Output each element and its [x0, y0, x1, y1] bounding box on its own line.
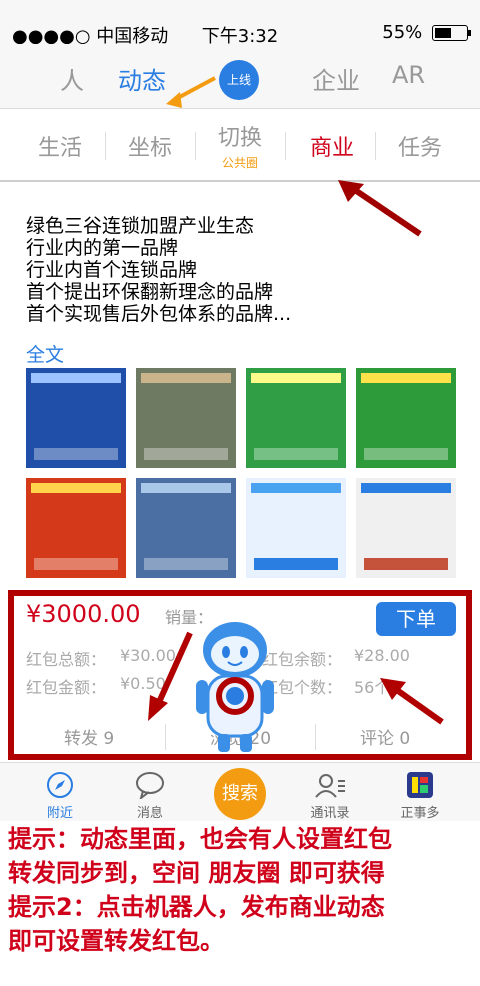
info-value: ¥28.00: [354, 646, 410, 665]
nav-contacts[interactable]: 通讯录: [300, 771, 360, 821]
hint-line: 提示2：点击机器人，发布商业动态: [8, 893, 385, 921]
nav-nearby[interactable]: 附近: [30, 771, 90, 821]
nav-label: 消息: [136, 806, 163, 821]
post-image[interactable]: [136, 478, 236, 578]
order-button[interactable]: 下单: [376, 602, 456, 636]
online-button[interactable]: 上线: [219, 60, 259, 100]
post-image[interactable]: [26, 368, 126, 468]
nav-app[interactable]: 正事多: [390, 771, 450, 821]
hint-line: 即可设置转发红包。: [8, 927, 224, 955]
post-line: 首个实现售后外包体系的品牌...: [26, 303, 292, 325]
subtab-business[interactable]: 商业: [310, 130, 354, 162]
subtab-life[interactable]: 生活: [38, 130, 82, 162]
hint-line: 提示：动态里面，也会有人设置红包: [8, 825, 392, 853]
tab-people[interactable]: 人: [60, 61, 84, 96]
subtab-task[interactable]: 任务: [398, 130, 442, 162]
tab-feed[interactable]: 动态: [118, 61, 166, 96]
hint-line: 转发同步到，空间 朋友圈 即可获得: [8, 859, 385, 887]
post-image[interactable]: [246, 368, 346, 468]
post-image[interactable]: [356, 478, 456, 578]
info-label: 红包总额：: [26, 650, 107, 669]
battery-percent: 55%: [382, 22, 423, 43]
contacts-icon: [315, 774, 345, 798]
post-image[interactable]: [26, 478, 126, 578]
subtab-switch[interactable]: 切换: [218, 120, 262, 152]
red-arrow-left-icon: [148, 631, 193, 721]
red-arrow-right-icon: [380, 678, 444, 725]
post-line: 绿色三谷连锁加盟产业生态: [26, 215, 255, 237]
top-nav: 人 动态 上线 企业 AR: [0, 44, 480, 109]
nav-label: 正事多: [400, 806, 440, 821]
post-text: 绿色三谷连锁加盟产业生态 行业内的第一品牌 行业内首个连锁品牌 首个提出环保翻新…: [26, 215, 291, 325]
status-right: 55%: [382, 22, 471, 43]
app-logo-icon: [407, 772, 433, 798]
red-arrow-icon: [338, 180, 422, 237]
post-image[interactable]: [356, 368, 456, 468]
tab-ar[interactable]: AR: [392, 61, 425, 89]
full-text-link[interactable]: 全文: [26, 340, 64, 367]
robot-icon[interactable]: [190, 610, 280, 760]
forward-count[interactable]: 转发 9: [64, 724, 114, 749]
nav-label: 通讯录: [310, 806, 350, 821]
chat-bubble-icon: [136, 772, 164, 799]
compass-icon: [47, 772, 73, 798]
info-label: 红包金额：: [26, 678, 107, 697]
post-image[interactable]: [246, 478, 346, 578]
post-line: 首个提出环保翻新理念的品牌: [26, 281, 274, 303]
nav-label: 附近: [46, 806, 73, 821]
search-button[interactable]: 搜索: [214, 768, 266, 820]
subtab-location[interactable]: 坐标: [128, 130, 172, 162]
nav-messages[interactable]: 消息: [120, 771, 180, 821]
tab-enterprise[interactable]: 企业: [312, 61, 360, 96]
subtab-switch-caption: 公共圈: [222, 156, 259, 170]
post-line: 行业内首个连锁品牌: [26, 259, 198, 281]
battery-icon: [432, 25, 471, 41]
status-bar: ●●●●○ 中国移动 下午3:32 55%: [0, 0, 480, 47]
post-image[interactable]: [136, 368, 236, 468]
price: ¥3000.00: [26, 600, 141, 628]
post-line: 行业内的第一品牌: [26, 237, 179, 259]
